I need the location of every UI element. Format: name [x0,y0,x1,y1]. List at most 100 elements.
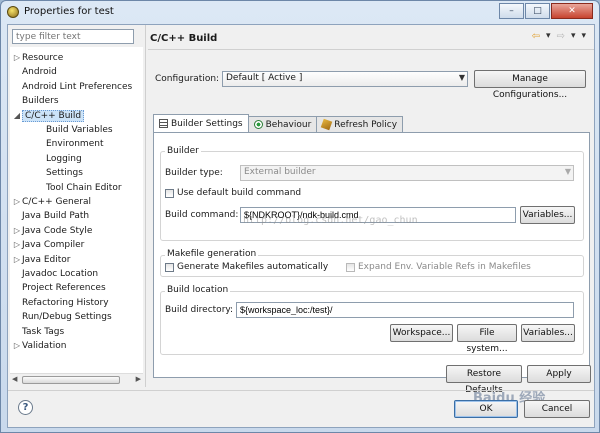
build-location-variables-button[interactable]: Variables... [521,324,575,342]
tree-item[interactable]: Java Build Path [12,209,89,223]
tree-item[interactable]: ▷ Java Editor [12,253,71,267]
builder-settings-icon [159,119,168,128]
tree-item[interactable]: ▷ C/C++ General [12,195,91,209]
tree-item-label: Project References [22,283,106,294]
restore-defaults-button[interactable]: Restore Defaults [446,365,522,395]
builder-settings-panel: Builder Builder type: External builder ▼… [153,132,590,378]
checkbox-label: Expand Env. Variable Refs in Makefiles [358,262,531,272]
tree-item[interactable]: Tool Chain Editor [36,181,122,195]
tree-item[interactable]: Javadoc Location [12,267,98,281]
tree-item[interactable]: Task Tags [12,325,64,339]
build-command-variables-button[interactable]: Variables... [520,206,575,224]
builder-type-select[interactable]: External builder ▼ [240,165,574,181]
tree-item[interactable]: ◢ C/C++ Build [12,109,85,123]
manage-configurations-button[interactable]: Manage Configurations... [474,70,586,100]
scroll-left-icon[interactable]: ◀ [12,375,17,383]
property-page-tree: ▷ Resource Android Android Lint Preferences… [10,47,143,383]
use-default-build-command-checkbox[interactable]: Use default build command [165,188,301,198]
tab-behaviour[interactable]: Behaviour [247,116,318,132]
page-title: C/C++ Build [150,33,218,44]
help-icon[interactable]: ? [18,400,33,415]
tree-item-label: Java Editor [22,254,71,265]
tree-item-label: Java Build Path [22,211,90,222]
tree-item[interactable]: Build Variables [36,123,113,137]
tab-label: Builder Settings [171,118,243,129]
ok-button[interactable]: OK [454,400,518,418]
checkbox-box[interactable] [165,188,174,198]
tree-item-label: Build Variables [46,125,113,135]
tree-item[interactable]: Refactoring History [12,296,109,310]
tab-builder-settings[interactable]: Builder Settings [153,114,249,132]
tab-strip: Builder Settings Behaviour Refresh Polic… [153,114,404,132]
configuration-value: Default [ Active ] [226,73,303,83]
scroll-right-icon[interactable]: ▶ [136,375,141,383]
checkbox-box[interactable] [165,262,174,272]
tree-item-label: Android Lint Preferences [22,81,133,92]
dropdown-arrow-icon: ▼ [458,73,465,82]
expand-arrow-icon[interactable]: ▷ [12,195,22,209]
filter-input[interactable] [12,29,134,44]
minimize-button[interactable]: – [499,3,524,19]
expand-arrow-icon[interactable]: ▷ [12,339,22,353]
tree-item[interactable]: ▷ Java Code Style [12,224,92,238]
tree-item-label: Refactoring History [22,297,109,308]
configuration-select[interactable]: Default [ Active ] ▼ [222,71,468,87]
tree-item-label: Run/Debug Settings [22,312,112,323]
footer-separator [8,390,594,391]
behaviour-icon [253,120,263,129]
tree-item[interactable]: Android Lint Preferences [12,80,132,94]
checkbox-label: Generate Makefiles automatically [177,262,329,272]
tree-item[interactable]: Environment [36,137,103,151]
tree-item-label: C/C++ Build [22,109,85,122]
tree-item[interactable]: Logging [36,152,82,166]
expand-env-variable-refs-checkbox[interactable]: Expand Env. Variable Refs in Makefiles [346,262,531,272]
tree-item-label: Java Compiler [22,240,85,251]
expand-arrow-icon[interactable]: ▷ [12,238,22,252]
close-button[interactable]: ✕ [551,3,593,19]
tree-item[interactable]: Run/Debug Settings [12,310,112,324]
generate-makefiles-checkbox[interactable]: Generate Makefiles automatically [165,262,328,272]
build-location-group [160,291,584,355]
tree-item-label: Environment [46,139,104,150]
workspace-button[interactable]: Workspace... [390,324,453,342]
tree-item[interactable]: Android [12,65,57,79]
expand-arrow-icon[interactable]: ▷ [12,224,22,238]
tree-item[interactable]: ▷ Validation [12,339,67,353]
tree-item[interactable]: Project References [12,281,106,295]
build-directory-label: Build directory: [165,305,234,315]
tree-item[interactable]: Builders [12,94,59,108]
forward-arrow-icon[interactable]: ⇨ [557,31,565,42]
tree-item[interactable]: Settings [36,166,83,180]
expand-arrow-icon[interactable]: ▷ [12,253,22,267]
configuration-label: Configuration: [155,74,220,84]
pane-divider[interactable] [145,25,146,387]
forward-history-dropdown-icon[interactable]: ▾ [571,31,576,42]
expand-arrow-icon[interactable]: ▷ [12,51,22,65]
expand-arrow-icon[interactable]: ◢ [12,109,22,123]
tree-item-label: Builders [22,96,59,107]
back-arrow-icon[interactable]: ⇦ [532,31,540,42]
file-system-button[interactable]: File system... [457,324,517,354]
tab-refresh-policy[interactable]: Refresh Policy [316,116,404,132]
build-location-label: Build location [165,285,231,295]
checkbox-box[interactable] [346,262,355,272]
tree-horizontal-scrollbar[interactable]: ◀ ▶ [10,373,143,385]
scrollbar-thumb[interactable] [22,376,120,384]
tree-item[interactable]: ▷ Java Compiler [12,238,84,252]
eclipse-app-icon [7,6,19,18]
builder-group-label: Builder [165,146,201,156]
build-directory-input[interactable] [236,302,574,318]
cancel-button[interactable]: Cancel [524,400,590,418]
title-bar[interactable]: Properties for test – □ ✕ [1,1,599,23]
tree-item-label: Tool Chain Editor [46,182,122,193]
apply-button[interactable]: Apply [527,365,591,383]
view-menu-icon[interactable]: ▾ [581,31,586,42]
maximize-button[interactable]: □ [525,3,550,19]
back-history-dropdown-icon[interactable]: ▾ [546,31,551,42]
header-separator [148,49,594,50]
tree-item-label: Logging [46,153,82,164]
refresh-policy-icon [321,118,333,131]
tree-item-label: C/C++ General [22,197,92,207]
tree-item-label: Settings [46,168,83,179]
tree-item[interactable]: ▷ Resource [12,51,63,65]
